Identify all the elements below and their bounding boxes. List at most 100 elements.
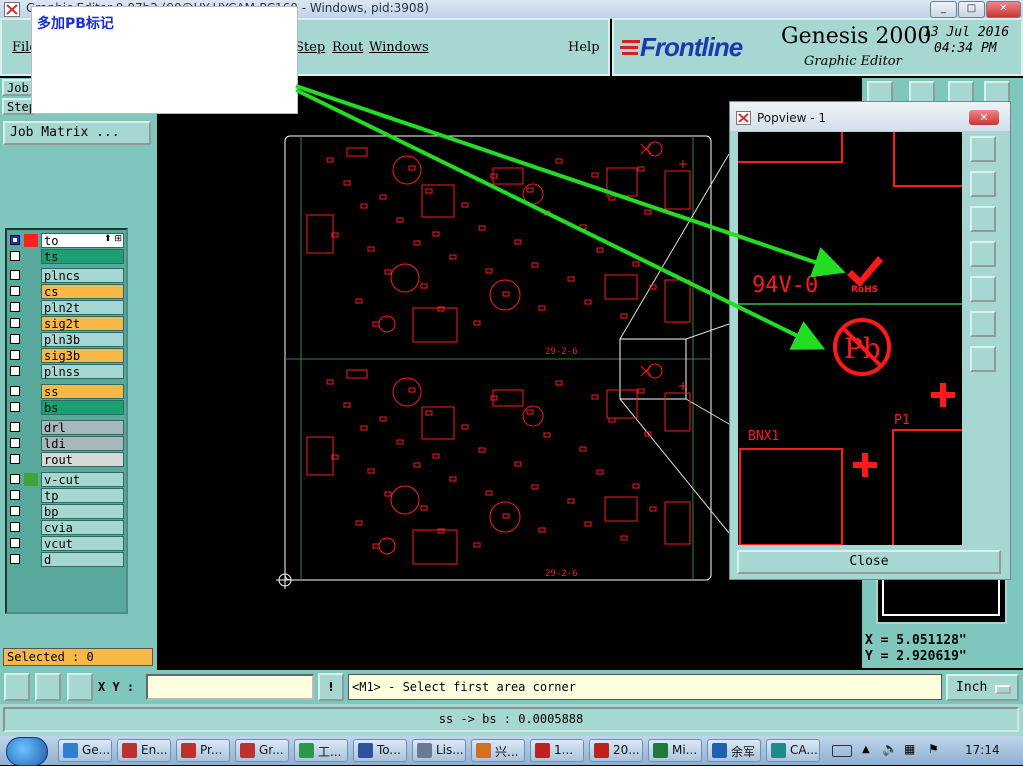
layer-checkbox[interactable] (10, 286, 20, 296)
xy-input[interactable] (146, 674, 314, 700)
popview-fit-button[interactable] (970, 311, 996, 337)
layer-name[interactable]: ss (41, 384, 124, 399)
menu-windows[interactable]: Windows (369, 40, 429, 55)
popview-center-button[interactable] (970, 346, 996, 372)
units-select[interactable]: Inch (946, 674, 1019, 701)
layer-checkbox[interactable] (10, 402, 20, 412)
layer-color-swatch[interactable] (24, 269, 38, 282)
taskbar-item[interactable]: Lis... (412, 739, 466, 762)
menu-step[interactable]: Step (295, 40, 325, 55)
layer-color-swatch[interactable] (24, 489, 38, 502)
layer-name[interactable]: plncs (41, 268, 124, 283)
layer-row-cs[interactable]: cs (7, 284, 126, 299)
layer-checkbox[interactable] (10, 350, 20, 360)
grid-button[interactable] (67, 673, 93, 701)
layer-row-ts[interactable]: ts (7, 249, 126, 264)
measure-button[interactable] (35, 673, 61, 701)
layer-name[interactable]: sig2t (41, 316, 124, 331)
layer-name[interactable]: cs (41, 284, 124, 299)
layer-name[interactable]: bs (41, 400, 124, 415)
job-field[interactable]: Job (2, 79, 34, 96)
layer-checkbox[interactable] (10, 522, 20, 532)
minimize-button[interactable]: _ (930, 1, 957, 18)
step-field[interactable]: Step (2, 98, 36, 115)
taskbar-item[interactable]: 兴... (471, 739, 525, 762)
layer-color-swatch[interactable] (24, 437, 38, 450)
layer-color-swatch[interactable] (24, 553, 38, 566)
taskbar-item[interactable]: To... (353, 739, 407, 762)
layer-checkbox[interactable] (10, 235, 20, 245)
layer-checkbox[interactable] (10, 422, 20, 432)
popview-pan-down-button[interactable] (970, 206, 996, 232)
layer-name[interactable]: rout (41, 452, 124, 467)
layer-color-swatch[interactable] (24, 234, 38, 247)
layer-checkbox[interactable] (10, 318, 20, 328)
layer-name[interactable]: plnss (41, 364, 124, 379)
clock[interactable]: 17:14 (965, 743, 1000, 757)
alert-button[interactable]: ! (318, 673, 344, 701)
layer-row-sig2t[interactable]: sig2t (7, 316, 126, 331)
layer-checkbox[interactable] (10, 474, 20, 484)
layer-checkbox[interactable] (10, 538, 20, 548)
tray-expand-icon[interactable]: ▲ (862, 744, 870, 755)
layer-row-to[interactable]: to ⬆ ⊞ (7, 233, 126, 248)
layer-row-d[interactable]: d (7, 552, 126, 567)
popview-pan-up-button[interactable] (970, 171, 996, 197)
layer-name[interactable]: sig3b (41, 348, 124, 363)
layer-checkbox[interactable] (10, 554, 20, 564)
layer-color-swatch[interactable] (24, 521, 38, 534)
layer-checkbox[interactable] (10, 334, 20, 344)
layer-color-swatch[interactable] (24, 505, 38, 518)
layer-color-swatch[interactable] (24, 537, 38, 550)
popview-pan-right-button[interactable] (970, 276, 996, 302)
layer-row-v-cut[interactable]: v-cut (7, 472, 126, 487)
taskbar-item[interactable]: 1... (530, 739, 584, 762)
layer-row-plncs[interactable]: plncs (7, 268, 126, 283)
taskbar-item[interactable]: Mi... (648, 739, 702, 762)
taskbar-item[interactable]: Gr... (235, 739, 289, 762)
volume-icon[interactable]: 🔈 (882, 742, 898, 757)
popview-zoom-in-button[interactable] (970, 136, 996, 162)
zoom-window-button[interactable] (4, 673, 30, 701)
layer-checkbox[interactable] (10, 506, 20, 516)
layer-checkbox[interactable] (10, 251, 20, 261)
layer-name[interactable]: ts (41, 249, 124, 264)
layer-checkbox[interactable] (10, 454, 20, 464)
layer-checkbox[interactable] (10, 490, 20, 500)
flag-icon[interactable]: ⚑ (928, 742, 939, 756)
popview-viewport[interactable]: 94V-0 RoHS Pb BNX1 P1 (738, 132, 962, 545)
layer-row-drl[interactable]: drl (7, 420, 126, 435)
layer-row-pln2t[interactable]: pln2t (7, 300, 126, 315)
layer-color-swatch[interactable] (24, 365, 38, 378)
layer-tools-icon[interactable]: ⬆ ⊞ (104, 234, 122, 244)
close-button[interactable]: ✕ (986, 1, 1021, 18)
layer-row-plnss[interactable]: plnss (7, 364, 126, 379)
layer-name[interactable]: ldi (41, 436, 124, 451)
layer-row-bp[interactable]: bp (7, 504, 126, 519)
layer-color-swatch[interactable] (24, 421, 38, 434)
layer-name[interactable]: pln3b (41, 332, 124, 347)
layer-color-swatch[interactable] (24, 285, 38, 298)
keyboard-icon[interactable] (832, 745, 852, 757)
network-icon[interactable]: ▦ (904, 742, 915, 756)
layer-row-tp[interactable]: tp (7, 488, 126, 503)
layer-name[interactable]: d (41, 552, 124, 567)
layer-name[interactable]: cvia (41, 520, 124, 535)
layer-row-pln3b[interactable]: pln3b (7, 332, 126, 347)
maximize-button[interactable]: □ (958, 1, 985, 18)
menu-rout[interactable]: Rout (332, 40, 363, 55)
layer-name[interactable]: pln2t (41, 300, 124, 315)
layer-name[interactable]: v-cut (41, 472, 124, 487)
layer-color-swatch[interactable] (24, 473, 38, 486)
layer-row-rout[interactable]: rout (7, 452, 126, 467)
layer-checkbox[interactable] (10, 366, 20, 376)
taskbar-item[interactable]: CA... (766, 739, 820, 762)
popview-pan-left-button[interactable] (970, 241, 996, 267)
popview-close-btn[interactable]: Close (737, 550, 1001, 574)
layer-checkbox[interactable] (10, 302, 20, 312)
layer-row-bs[interactable]: bs (7, 400, 126, 415)
taskbar-item[interactable]: Ge... (58, 739, 112, 762)
taskbar-item[interactable]: 余军 (707, 739, 761, 762)
layer-color-swatch[interactable] (24, 453, 38, 466)
taskbar-item[interactable]: En... (117, 739, 171, 762)
